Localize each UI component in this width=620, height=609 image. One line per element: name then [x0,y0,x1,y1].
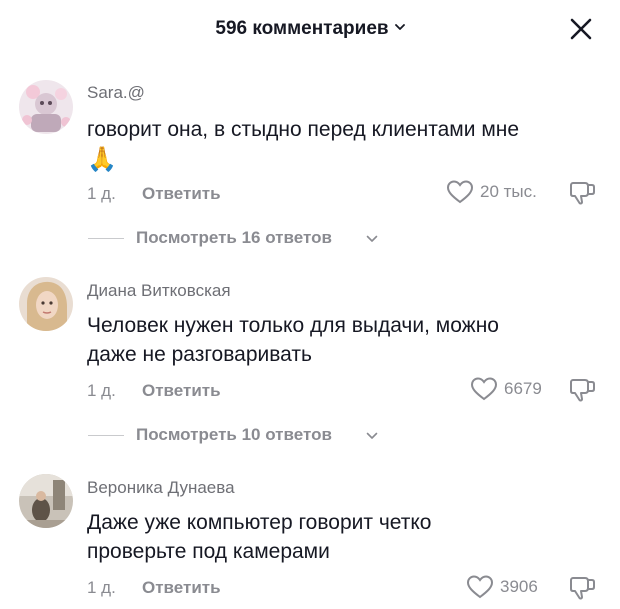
view-replies-label: Посмотреть 10 ответов [136,425,332,444]
comments-header: 596 комментариев [0,0,620,62]
avatar[interactable] [19,277,73,331]
comment-text: говорит она, в стыдно перед клиентами мн… [87,115,587,174]
emoji: 🙏 [87,145,117,173]
comment-text-line: говорит она, в стыдно перед клиентами мн… [87,118,520,141]
comment-count-title: 596 комментариев [215,18,389,39]
view-replies-label: Посмотреть 16 ответов [136,228,332,247]
comment-username[interactable]: Диана Витковская [87,281,231,301]
dislike-icon[interactable] [568,375,598,403]
comment-text-line: Человек нужен только для выдачи, можно [87,314,499,337]
divider [88,238,124,239]
comment-username[interactable]: Sara.@ [87,83,145,103]
comment-text-line: проверьте под камерами [87,540,330,563]
heart-icon [446,180,474,204]
comment-username[interactable]: Вероника Дунаева [87,478,235,498]
comment-text-line: Даже уже компьютер говорит четко [87,511,432,534]
like-count: 3906 [500,577,538,596]
comment-text: Человек нужен только для выдачи, можно д… [87,311,587,369]
avatar[interactable] [19,80,73,134]
dislike-icon[interactable] [568,573,598,601]
chevron-down-icon [394,24,405,30]
heart-icon [470,377,498,401]
comment-time: 1 д. [87,578,116,597]
comment-count-dropdown[interactable]: 596 комментариев [0,18,620,40]
chevron-down-icon [366,235,378,242]
comment-time: 1 д. [87,381,116,400]
comment-text-line: даже не разговаривать [87,343,312,366]
dislike-icon[interactable] [568,178,598,206]
reply-button[interactable]: Ответить [142,381,221,401]
avatar[interactable] [19,474,73,528]
close-icon[interactable] [568,16,594,42]
divider [88,435,124,436]
heart-icon [466,575,494,599]
comment-text: Даже уже компьютер говорит четко проверь… [87,508,587,566]
reply-button[interactable]: Ответить [142,184,221,204]
reply-button[interactable]: Ответить [142,578,221,598]
comment-time: 1 д. [87,184,116,203]
like-count: 20 тыс. [480,182,537,201]
like-count: 6679 [504,379,542,398]
chevron-down-icon [366,432,378,439]
